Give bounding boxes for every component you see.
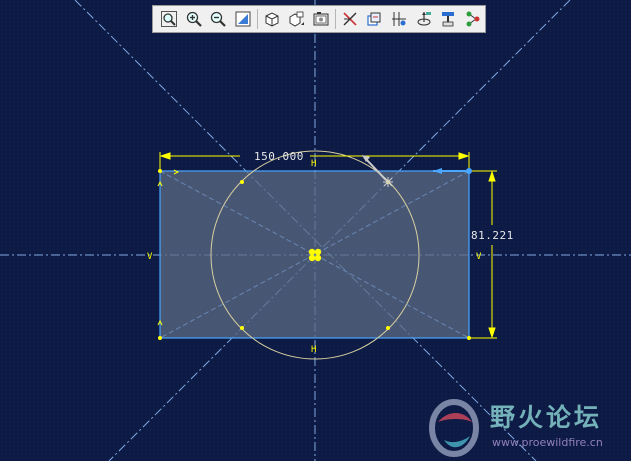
height-dimension-value[interactable]: 81.221 — [471, 229, 514, 242]
spin-center-button[interactable] — [437, 8, 461, 30]
zoom-out-button[interactable] — [206, 8, 230, 30]
width-dimension-value[interactable]: 150.000 — [254, 150, 304, 163]
saved-views-button[interactable] — [284, 8, 308, 30]
watermark-title: 野火论坛 — [490, 403, 603, 432]
toolbar-separator — [256, 9, 258, 29]
csys-display-icon — [417, 12, 431, 26]
zoom-in-icon — [186, 11, 202, 27]
refit-button[interactable] — [231, 8, 255, 30]
zoom-window-icon — [160, 11, 177, 27]
point-display-icon — [392, 12, 406, 26]
refit-icon — [235, 11, 251, 27]
zoom-in-button[interactable] — [182, 8, 206, 30]
view-manager-button[interactable] — [309, 8, 333, 30]
view-toolbar — [152, 5, 486, 33]
toolbar-separator — [334, 9, 336, 29]
view-manager-icon — [313, 12, 329, 26]
saved-views-icon — [289, 11, 305, 27]
display-style-icon — [265, 12, 279, 27]
display-style-button[interactable] — [260, 8, 284, 30]
datum-display-button[interactable] — [338, 8, 362, 30]
annotation-icon — [466, 11, 480, 27]
watermark-logo-icon — [429, 399, 479, 457]
axis-display-icon — [367, 12, 381, 26]
annotation-button[interactable] — [461, 8, 485, 30]
constraint-v-left: V — [147, 252, 153, 262]
constraint-v-right: V — [476, 252, 482, 262]
zoom-out-icon — [211, 11, 226, 27]
axis-display-button[interactable] — [362, 8, 386, 30]
datum-display-icon — [343, 12, 357, 26]
csys-display-button[interactable] — [412, 8, 436, 30]
spin-center-icon — [442, 12, 455, 27]
constraint-h-top: H — [311, 159, 316, 169]
constraint-h-bottom: H — [311, 345, 316, 355]
watermark-url: www.proewildfire.cn — [492, 436, 603, 449]
forum-watermark: 野火论坛 www.proewildfire.cn — [418, 392, 630, 460]
point-display-button[interactable] — [387, 8, 411, 30]
zoom-window-button[interactable] — [157, 8, 181, 30]
